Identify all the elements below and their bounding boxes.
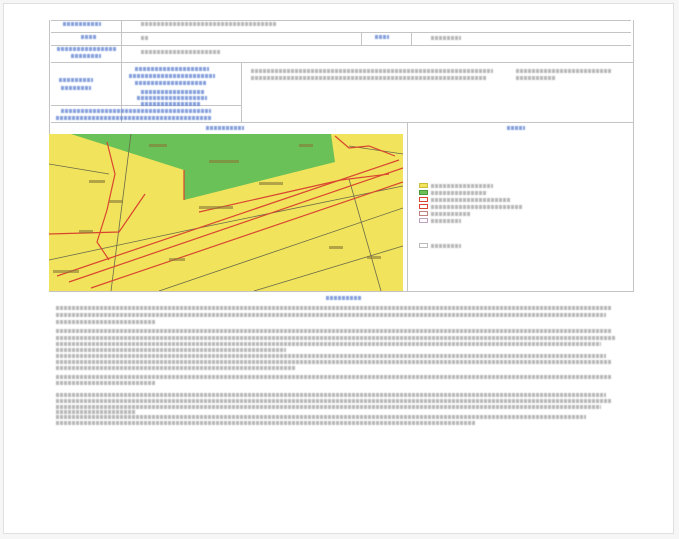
sub-label-illegible <box>141 102 201 106</box>
legend-swatch <box>419 197 428 202</box>
row-label-illegible <box>81 35 97 39</box>
lot-label <box>169 258 185 261</box>
row-label-illegible <box>59 78 93 82</box>
table-rule <box>49 291 633 292</box>
sub-label-illegible <box>129 74 215 78</box>
legend-swatch <box>419 243 428 248</box>
lot-label <box>259 182 283 185</box>
lot-label <box>367 256 381 259</box>
row-label-illegible <box>71 54 101 58</box>
legend-label-illegible <box>431 191 487 195</box>
note-line-illegible <box>56 313 606 317</box>
legend-label-illegible <box>431 198 511 202</box>
note-line-illegible <box>56 348 286 352</box>
note-line-illegible <box>56 329 611 333</box>
lot-label <box>149 144 167 147</box>
note-line-illegible <box>56 342 601 346</box>
cadastral-map <box>49 134 403 291</box>
note-line-illegible <box>56 399 611 403</box>
legend-label-illegible <box>431 205 523 209</box>
note-line-illegible <box>56 354 606 358</box>
table-rule <box>51 62 633 63</box>
scale-caption-illegible <box>326 296 362 300</box>
table-rule <box>361 32 362 45</box>
note-line-illegible <box>56 336 616 340</box>
row-value-illegible <box>141 50 221 54</box>
lot-label <box>89 180 105 183</box>
note-line-illegible <box>56 375 611 379</box>
legend-swatch <box>419 190 428 195</box>
lot-label <box>209 160 239 163</box>
note-line-illegible <box>56 306 611 310</box>
scanned-document-page <box>3 3 674 534</box>
table-rule <box>407 122 408 291</box>
note-line-illegible <box>56 405 601 409</box>
row-label-illegible <box>61 109 211 113</box>
row-value-illegible <box>141 22 276 26</box>
row-label-illegible <box>63 22 101 26</box>
row-value-illegible <box>516 76 556 80</box>
lot-label <box>199 206 233 209</box>
row-label-illegible <box>375 35 389 39</box>
legend-label-illegible <box>431 219 461 223</box>
legend-label-illegible <box>431 184 493 188</box>
note-line-illegible <box>56 410 136 414</box>
legend-label-illegible <box>431 244 461 248</box>
row-label-illegible <box>56 116 212 120</box>
sub-label-illegible <box>135 81 207 85</box>
sub-label-illegible <box>135 67 209 71</box>
legend-swatch <box>419 204 428 209</box>
row-label-illegible <box>57 47 117 51</box>
note-line-illegible <box>56 415 586 419</box>
lot-label <box>329 246 343 249</box>
note-line-illegible <box>56 393 606 397</box>
table-rule <box>51 122 633 123</box>
note-line-illegible <box>56 320 156 324</box>
lot-label <box>79 230 93 233</box>
lot-label <box>109 200 123 203</box>
table-rule <box>633 20 634 292</box>
legend-swatch <box>419 211 428 216</box>
row-label-illegible <box>61 86 91 90</box>
note-line-illegible <box>56 366 296 370</box>
sub-label-illegible <box>137 96 207 100</box>
sub-label-illegible <box>141 90 205 94</box>
table-rule <box>121 20 122 122</box>
row-value-illegible <box>431 36 461 40</box>
table-rule <box>411 32 412 45</box>
row-value-illegible <box>141 36 149 40</box>
row-value-illegible <box>251 76 487 80</box>
note-line-illegible <box>56 360 611 364</box>
table-rule <box>51 32 631 33</box>
lot-label <box>53 270 79 273</box>
table-rule <box>51 45 631 46</box>
legend-swatch <box>419 183 428 188</box>
legend-heading-illegible <box>507 126 525 130</box>
note-line-illegible <box>56 421 476 425</box>
note-line-illegible <box>56 381 156 385</box>
map-heading-illegible <box>206 126 244 130</box>
legend-label-illegible <box>431 212 471 216</box>
table-rule <box>241 62 242 122</box>
lot-label <box>299 144 313 147</box>
row-value-illegible <box>251 69 493 73</box>
map-drawing <box>49 134 403 291</box>
table-rule <box>51 20 631 21</box>
legend-swatch <box>419 218 428 223</box>
row-value-illegible <box>516 69 612 73</box>
